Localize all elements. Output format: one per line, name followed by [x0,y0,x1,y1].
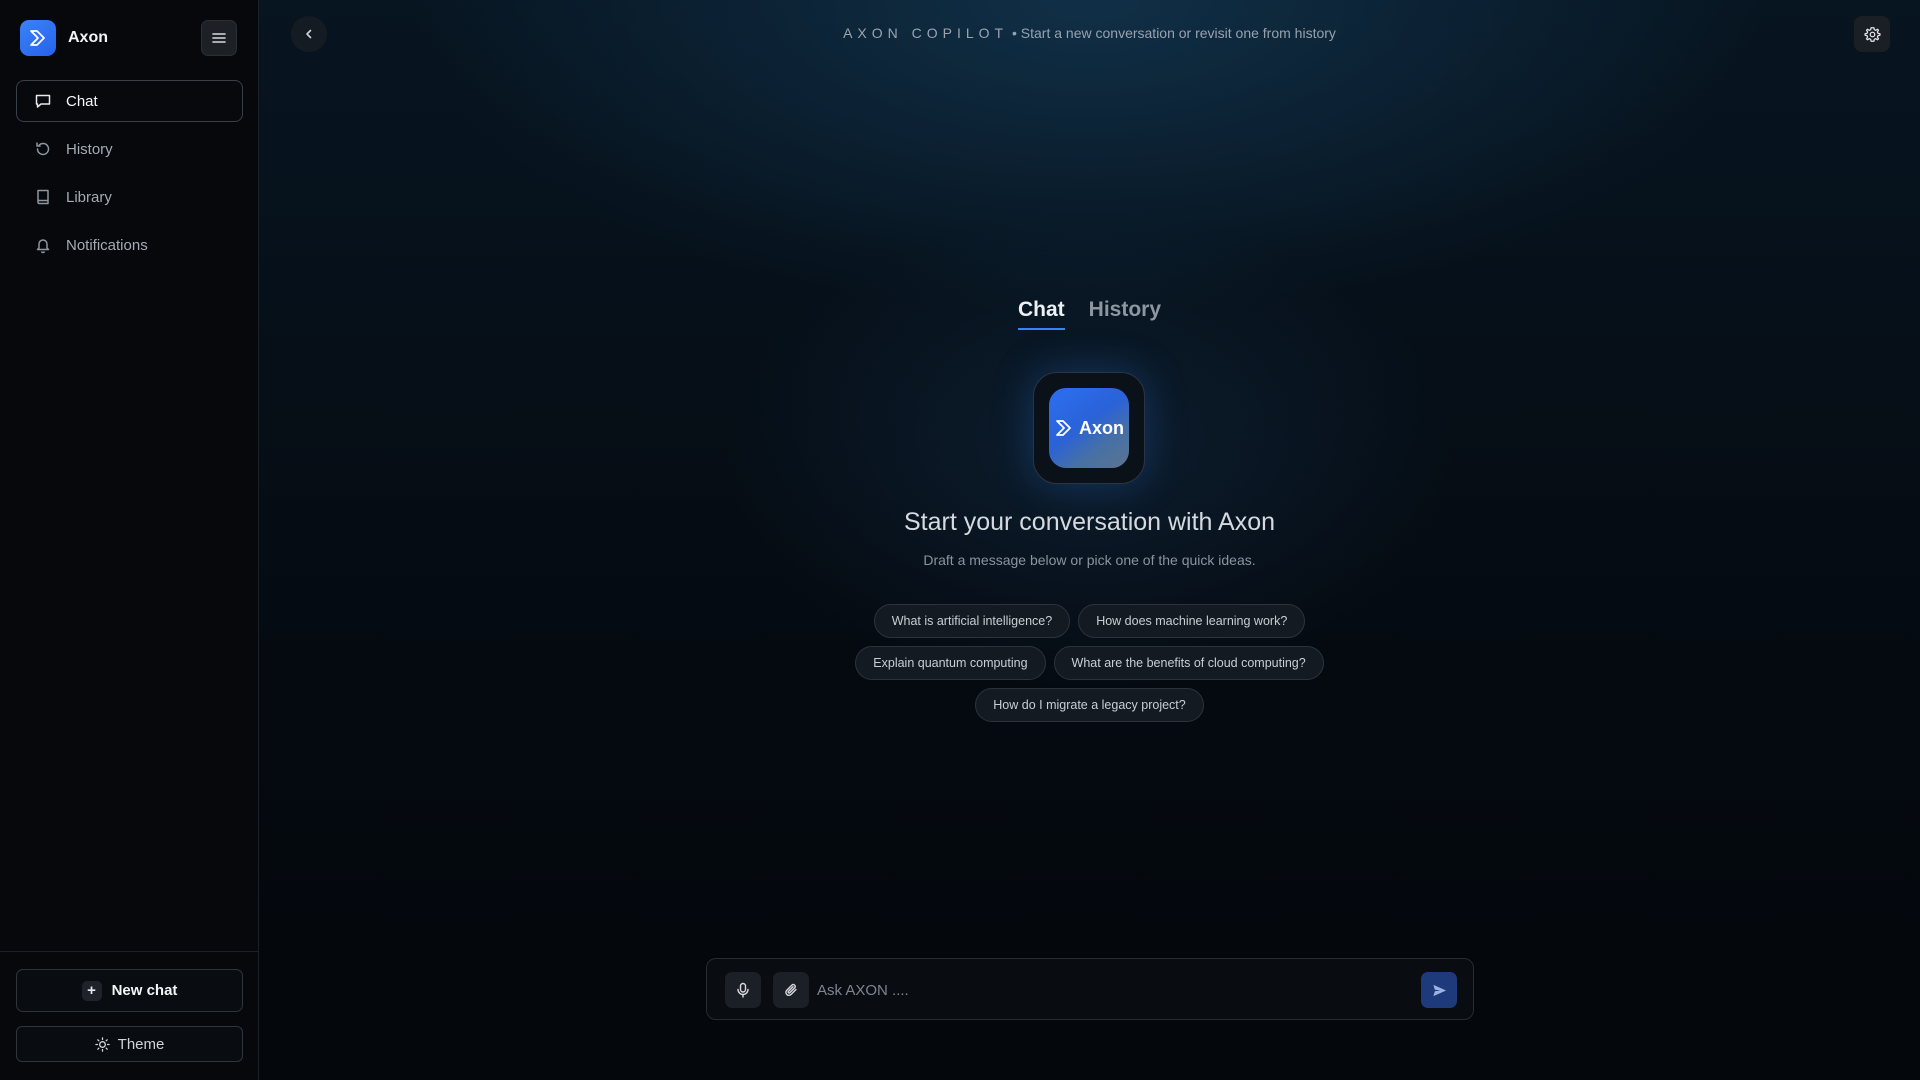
theme-label: Theme [117,1035,165,1053]
gear-icon [1863,26,1881,42]
attach-button[interactable] [773,972,809,1008]
chip-row: Explain quantum computing What are the b… [855,646,1324,680]
hero-logo-text: Axon [1079,417,1124,438]
tab-bar: Chat History [259,298,1920,330]
paperclip-icon [785,983,797,997]
brand-name: Axon [68,29,108,46]
sidebar-item-label: History [66,140,113,158]
sidebar: Axon Chat History Library Notifications … [0,0,259,1080]
microphone-button[interactable] [725,972,761,1008]
hamburger-icon [212,33,226,43]
new-chat-label: New chat [111,982,178,999]
sun-icon [94,1036,110,1052]
tab-history[interactable]: History [1089,298,1161,330]
sidebar-item-label: Notifications [66,236,148,254]
suggestion-chip[interactable]: How does machine learning work? [1078,604,1306,638]
hero-subtitle: Draft a message below or pick one of the… [923,552,1256,568]
header-brand: AXON COPILOT [843,25,1009,41]
sidebar-item-label: Chat [66,92,98,110]
tab-chat[interactable]: Chat [1017,298,1065,330]
settings-button[interactable] [1854,16,1890,52]
new-chat-button[interactable]: + New chat [16,969,243,1012]
axon-logo-icon[interactable] [20,20,56,56]
send-icon [1432,984,1446,996]
send-button[interactable] [1421,972,1457,1008]
sidebar-item-chat[interactable]: Chat [16,80,243,122]
chip-row: How do I migrate a legacy project? [975,688,1204,722]
chip-row: What is artificial intelligence? How doe… [873,604,1306,638]
hero-title: Start your conversation with Axon [903,508,1276,536]
book-icon [33,187,53,207]
message-composer [706,958,1474,1020]
suggestion-chips: What is artificial intelligence? How doe… [259,604,1920,722]
sidebar-item-notifications[interactable]: Notifications [16,224,243,266]
sidebar-nav: Chat History Library Notifications [16,80,243,272]
sidebar-item-history[interactable]: History [16,128,243,170]
chat-bubble-icon [33,91,53,111]
message-input[interactable] [817,972,1397,1008]
microphone-icon [737,982,749,998]
suggestion-chip[interactable]: What is artificial intelligence? [873,604,1071,638]
suggestion-chip[interactable]: Explain quantum computing [855,646,1046,680]
history-icon [33,139,53,159]
menu-toggle-button[interactable] [201,20,237,56]
sidebar-footer: + New chat Theme [0,951,258,1080]
plus-icon: + [81,980,102,1001]
suggestion-chip[interactable]: How do I migrate a legacy project? [975,688,1204,722]
hero-logo-frame: Axon [1033,372,1145,484]
app-window: Axon Chat History Library Notifications … [0,0,1920,1080]
bell-icon [33,235,53,255]
suggestion-chip[interactable]: What are the benefits of cloud computing… [1053,646,1324,680]
theme-button[interactable]: Theme [16,1026,243,1062]
main-panel: AXON COPILOT • Start a new conversation … [259,0,1920,1080]
header-subtitle: • Start a new conversation or revisit on… [1012,25,1336,41]
brand-row: Axon [20,20,238,56]
page-header: AXON COPILOT • Start a new conversation … [259,25,1920,41]
sidebar-item-library[interactable]: Library [16,176,243,218]
hero-logo: Axon [1049,388,1129,468]
sidebar-item-label: Library [66,188,112,206]
axon-logo-icon [1054,418,1074,438]
